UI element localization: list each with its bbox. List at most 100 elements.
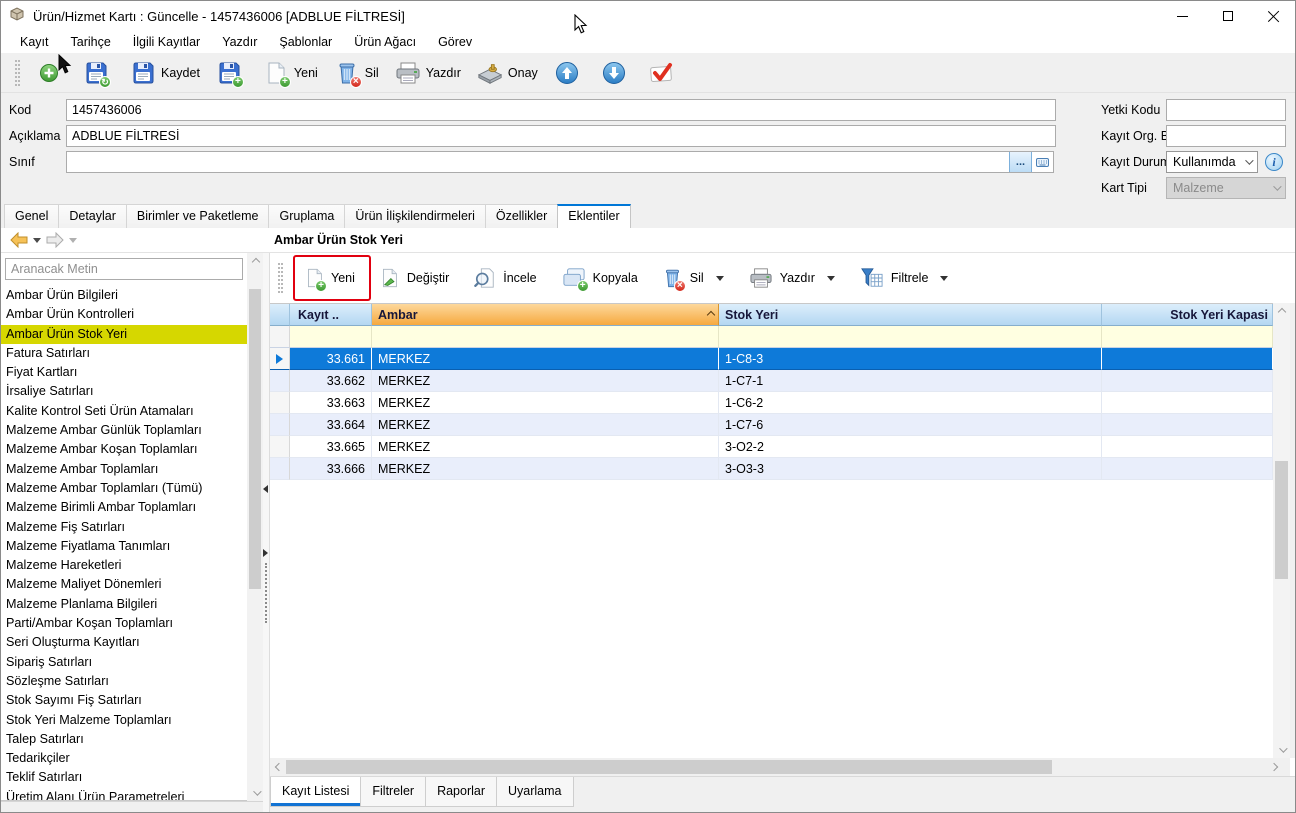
table-row[interactable]: 33.665 MERKEZ 3-O2-2 [270, 436, 1273, 458]
aciklama-input[interactable] [66, 125, 1056, 147]
grid-delete-button[interactable]: Sil [650, 260, 736, 296]
collapse-left-icon[interactable] [263, 485, 268, 493]
navigate-down-button[interactable] [593, 57, 640, 89]
column-header-kapasite[interactable]: Stok Yeri Kapasi [1102, 304, 1273, 326]
table-row[interactable]: 33.662 MERKEZ 1-C7-1 [270, 370, 1273, 392]
cell-stok-yeri[interactable]: 1-C7-1 [719, 370, 1102, 392]
grid-new-button[interactable]: Yeni [291, 260, 367, 296]
list-item[interactable]: Stok Yeri Malzeme Toplamları [1, 711, 247, 730]
minimize-button[interactable] [1159, 1, 1205, 31]
list-item[interactable]: Kalite Kontrol Seti Ürün Atamaları [1, 402, 247, 421]
list-item[interactable]: Fatura Satırları [1, 344, 247, 363]
list-item[interactable]: Sipariş Satırları [1, 653, 247, 672]
filter-cell[interactable] [1102, 326, 1273, 348]
cell-kayit-no[interactable]: 33.663 [290, 392, 372, 414]
list-item[interactable]: Malzeme Fiyatlama Tanımları [1, 537, 247, 556]
list-item[interactable]: Ambar Ürün Kontrolleri [1, 305, 247, 324]
list-item[interactable]: Tedarikçiler [1, 749, 247, 768]
dropdown-caret-icon[interactable] [827, 276, 835, 281]
list-item[interactable]: Talep Satırları [1, 730, 247, 749]
print-button[interactable]: Yazdır [387, 57, 469, 89]
card-tab[interactable]: Özellikler [485, 204, 558, 228]
cell-kapasite[interactable] [1102, 348, 1273, 370]
bottom-tab[interactable]: Uyarlama [496, 777, 574, 807]
scroll-up-icon[interactable] [1273, 303, 1290, 320]
list-item[interactable]: Malzeme Maliyet Dönemleri [1, 575, 247, 594]
search-input[interactable] [5, 258, 243, 280]
forward-button[interactable] [45, 232, 65, 253]
kod-input[interactable] [66, 99, 1056, 121]
cell-kapasite[interactable] [1102, 370, 1273, 392]
confirm-button[interactable] [640, 57, 687, 89]
list-item[interactable]: Malzeme Fiş Satırları [1, 518, 247, 537]
kayit-durumu-select[interactable]: Kullanımda [1166, 151, 1258, 173]
cell-ambar[interactable]: MERKEZ [372, 392, 719, 414]
column-header-ambar[interactable]: Ambar [372, 304, 719, 326]
save-button[interactable]: Kaydet [122, 57, 208, 89]
card-tab[interactable]: Genel [4, 204, 59, 228]
menu-item[interactable]: Yazdır [211, 33, 268, 51]
card-tab[interactable]: Birimler ve Paketleme [126, 204, 270, 228]
cell-ambar[interactable]: MERKEZ [372, 436, 719, 458]
scroll-down-icon[interactable] [1273, 741, 1290, 758]
cell-stok-yeri[interactable]: 1-C6-2 [719, 392, 1102, 414]
list-item[interactable]: Fiyat Kartları [1, 363, 247, 382]
card-tab[interactable]: Gruplama [268, 204, 345, 228]
grid-edit-button[interactable]: Değiştir [367, 260, 461, 296]
list-item[interactable]: Ambar Ürün Stok Yeri [1, 325, 247, 344]
list-item[interactable]: Sözleşme Satırları [1, 672, 247, 691]
cell-stok-yeri[interactable]: 1-C7-6 [719, 414, 1102, 436]
sidebar-scrollbar-thumb[interactable] [249, 289, 261, 589]
grid-hscrollbar-thumb[interactable] [286, 760, 1052, 774]
list-item[interactable]: Malzeme Birimli Ambar Toplamları [1, 498, 247, 517]
cell-kayit-no[interactable]: 33.665 [290, 436, 372, 458]
column-header-stok-yeri[interactable]: Stok Yeri [719, 304, 1102, 326]
menu-item[interactable]: Şablonlar [268, 33, 343, 51]
card-tab[interactable]: Detaylar [58, 204, 127, 228]
cell-stok-yeri[interactable]: 3-O3-3 [719, 458, 1102, 480]
grid-copy-button[interactable]: Kopyala [549, 260, 650, 296]
menu-item[interactable]: Kayıt [9, 33, 60, 51]
add-record-button[interactable] [28, 57, 75, 89]
splitter-grip[interactable] [265, 563, 267, 623]
list-item[interactable]: Üretim Alanı Ürün Parametreleri [1, 788, 247, 801]
list-item[interactable]: Malzeme Ambar Koşan Toplamları [1, 440, 247, 459]
column-header-kayit[interactable]: Kayıt .. [290, 304, 372, 326]
sinif-browse-button[interactable]: ... [1009, 152, 1031, 172]
list-item[interactable]: Seri Oluşturma Kayıtları [1, 633, 247, 652]
grid-view-button[interactable]: İncele [461, 260, 548, 296]
list-item[interactable]: Teklif Satırları [1, 768, 247, 787]
bottom-tab[interactable]: Filtreler [360, 777, 426, 807]
grid-vertical-scrollbar[interactable] [1273, 303, 1290, 758]
dropdown-caret-icon[interactable] [716, 276, 724, 281]
menu-item[interactable]: Ürün Ağacı [343, 33, 427, 51]
filter-cell[interactable] [372, 326, 719, 348]
cell-kapasite[interactable] [1102, 436, 1273, 458]
delete-button[interactable]: Sil [326, 57, 387, 89]
menu-item[interactable]: Görev [427, 33, 483, 51]
cell-stok-yeri[interactable]: 3-O2-2 [719, 436, 1102, 458]
cell-stok-yeri[interactable]: 1-C8-3 [719, 348, 1102, 370]
forward-dropdown-caret-icon[interactable] [69, 238, 77, 243]
cell-kapasite[interactable] [1102, 458, 1273, 480]
list-item[interactable]: Ambar Ürün Bilgileri [1, 286, 247, 305]
approve-button[interactable]: Onay [469, 57, 546, 89]
cell-kayit-no[interactable]: 33.666 [290, 458, 372, 480]
list-item[interactable]: Malzeme Ambar Toplamları (Tümü) [1, 479, 247, 498]
grid-print-button[interactable]: Yazdır [736, 260, 847, 296]
cell-kapasite[interactable] [1102, 392, 1273, 414]
sinif-keyboard-button[interactable] [1031, 152, 1053, 172]
cell-ambar[interactable]: MERKEZ [372, 348, 719, 370]
cell-kayit-no[interactable]: 33.662 [290, 370, 372, 392]
list-item[interactable]: Stok Sayımı Fiş Satırları [1, 691, 247, 710]
list-item[interactable]: İrsaliye Satırları [1, 382, 247, 401]
save-new-button[interactable] [208, 57, 255, 89]
cell-kayit-no[interactable]: 33.664 [290, 414, 372, 436]
save-refresh-button[interactable] [75, 57, 122, 89]
close-button[interactable] [1251, 1, 1296, 31]
list-item[interactable]: Malzeme Planlama Bilgileri [1, 595, 247, 614]
cell-kapasite[interactable] [1102, 414, 1273, 436]
collapse-right-icon[interactable] [263, 549, 268, 557]
kayit-org-birimi-input[interactable] [1167, 126, 1296, 146]
toolbar-grip[interactable] [278, 263, 283, 293]
